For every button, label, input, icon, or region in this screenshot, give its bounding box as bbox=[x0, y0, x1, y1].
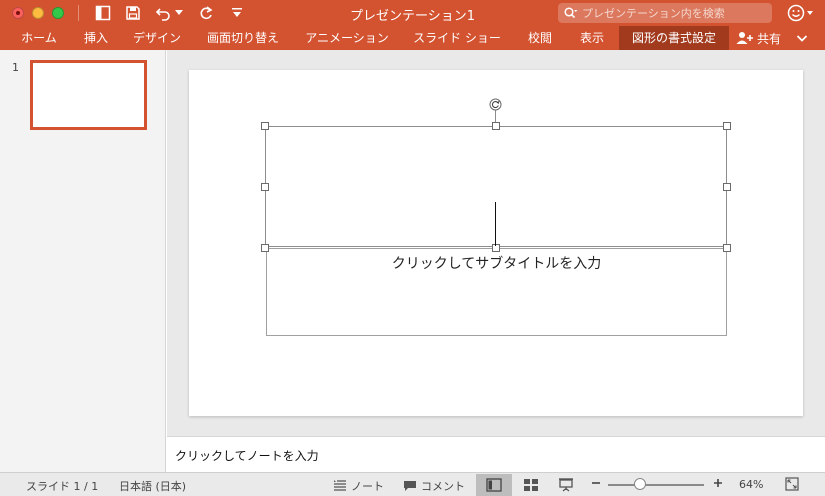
notes-toggle-button[interactable]: ノート bbox=[333, 478, 384, 494]
share-button[interactable]: 共有 bbox=[736, 26, 781, 50]
tab-transitions[interactable]: 画面切り替え bbox=[199, 26, 287, 50]
share-label: 共有 bbox=[757, 31, 782, 46]
zoom-out-icon[interactable] bbox=[591, 476, 601, 490]
collapse-ribbon-chevron-icon[interactable] bbox=[796, 30, 808, 49]
notes-placeholder: クリックしてノートを入力 bbox=[175, 449, 319, 463]
zoom-slider-track[interactable] bbox=[608, 484, 704, 486]
resize-handle-bottom-left[interactable] bbox=[261, 244, 269, 252]
zoom-in-icon[interactable] bbox=[713, 476, 723, 490]
comments-toggle-button[interactable]: コメント bbox=[403, 478, 465, 494]
slide-sorter-icon bbox=[523, 478, 539, 492]
tab-insert[interactable]: 挿入 bbox=[74, 26, 118, 50]
customize-toolbar-icon[interactable] bbox=[228, 4, 246, 22]
resize-handle-right[interactable] bbox=[723, 183, 731, 191]
slide-canvas[interactable]: クリックしてサブタイトルを入力 bbox=[189, 70, 803, 416]
sidebar-toggle-icon[interactable] bbox=[94, 4, 112, 22]
comments-toggle-label: コメント bbox=[421, 480, 465, 493]
resize-handle-top-left[interactable] bbox=[261, 122, 269, 130]
title-bar: プレゼンテーション1 bbox=[0, 0, 825, 26]
undo-icon[interactable] bbox=[154, 4, 172, 22]
maximize-window-button[interactable] bbox=[52, 7, 64, 19]
redo-icon[interactable] bbox=[197, 4, 215, 22]
tab-animations[interactable]: アニメーション bbox=[298, 26, 396, 50]
add-person-icon bbox=[736, 31, 754, 45]
slide-thumbnail-pane[interactable]: 1 bbox=[0, 50, 166, 472]
notes-pane[interactable]: クリックしてノートを入力 bbox=[167, 436, 825, 472]
title-placeholder-selected[interactable] bbox=[265, 126, 727, 247]
window-title: プレゼンテーション1 bbox=[349, 9, 475, 24]
minimize-window-button[interactable] bbox=[32, 7, 44, 19]
normal-view-icon bbox=[486, 478, 502, 492]
subtitle-placeholder-text: クリックしてサブタイトルを入力 bbox=[391, 256, 602, 272]
fit-to-window-icon[interactable] bbox=[785, 477, 799, 491]
search-input[interactable] bbox=[582, 6, 762, 20]
rotate-handle-icon[interactable] bbox=[489, 98, 502, 111]
tab-view[interactable]: 表示 bbox=[570, 26, 614, 50]
resize-handle-left[interactable] bbox=[261, 183, 269, 191]
toolbar-divider bbox=[78, 5, 79, 21]
slide-sorter-view-button[interactable] bbox=[513, 474, 549, 496]
undo-dropdown-icon[interactable] bbox=[174, 4, 184, 22]
normal-view-button[interactable] bbox=[476, 474, 512, 496]
search-icon bbox=[564, 7, 578, 19]
ribbon-tabs: ホーム 挿入 デザイン 画面切り替え アニメーション スライド ショー 校閲 表… bbox=[0, 26, 825, 50]
tab-home[interactable]: ホーム bbox=[10, 26, 68, 50]
slideshow-view-button[interactable] bbox=[548, 474, 584, 496]
slide-position: スライド 1 / 1 bbox=[26, 480, 99, 493]
notes-icon bbox=[333, 480, 347, 492]
feedback-smiley-icon[interactable] bbox=[787, 4, 815, 25]
search-box[interactable] bbox=[558, 3, 772, 23]
presentation-screen-icon bbox=[558, 478, 574, 492]
tab-slideshow[interactable]: スライド ショー bbox=[407, 26, 507, 50]
slide-thumbnail[interactable] bbox=[30, 60, 147, 130]
language-indicator[interactable]: 日本語 (日本) bbox=[119, 478, 186, 494]
text-cursor bbox=[495, 202, 496, 246]
resize-handle-top[interactable] bbox=[492, 122, 500, 130]
save-icon[interactable] bbox=[124, 4, 142, 22]
resize-handle-bottom[interactable] bbox=[492, 244, 500, 252]
status-bar: スライド 1 / 1 日本語 (日本) ノート コメント 64% bbox=[0, 472, 825, 496]
zoom-level[interactable]: 64% bbox=[739, 478, 763, 491]
resize-handle-top-right[interactable] bbox=[723, 122, 731, 130]
resize-handle-bottom-right[interactable] bbox=[723, 244, 731, 252]
slide-number: 1 bbox=[12, 61, 19, 74]
tab-shape-format[interactable]: 図形の書式設定 bbox=[619, 26, 729, 50]
zoom-slider-thumb[interactable] bbox=[634, 478, 646, 490]
tab-review[interactable]: 校閲 bbox=[518, 26, 562, 50]
slide-editor: クリックしてサブタイトルを入力 bbox=[167, 50, 825, 436]
close-window-button[interactable] bbox=[12, 7, 24, 19]
notes-toggle-label: ノート bbox=[351, 480, 384, 493]
tab-design[interactable]: デザイン bbox=[126, 26, 188, 50]
comment-icon bbox=[403, 480, 417, 492]
subtitle-placeholder[interactable]: クリックしてサブタイトルを入力 bbox=[266, 248, 727, 336]
